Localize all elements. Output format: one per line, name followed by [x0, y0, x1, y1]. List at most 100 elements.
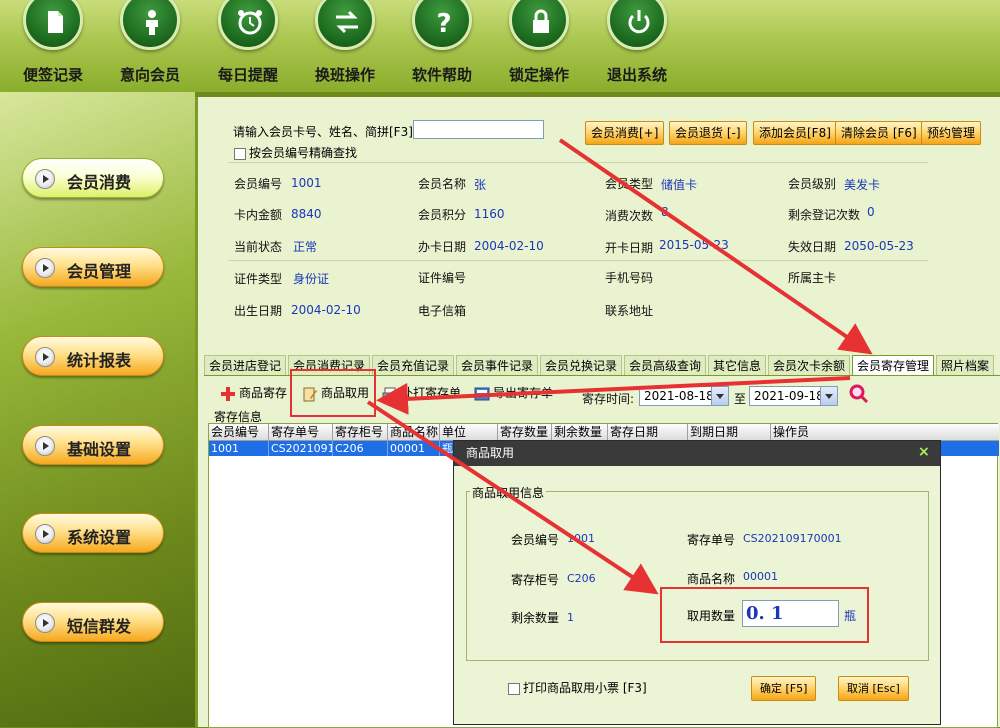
consume-times-label: 消费次数 — [605, 209, 654, 223]
print-slip-checkbox-row[interactable]: 打印商品取用小票 [F3] — [508, 679, 647, 696]
member-name-label: 会员名称 — [418, 177, 467, 191]
dlg-remain-label: 剩余数量 — [511, 611, 560, 625]
nav-system-settings[interactable]: 系统设置 — [22, 513, 164, 553]
deposit-label: 商品寄存 — [239, 386, 288, 400]
switch-arrows-icon — [336, 10, 358, 34]
toolbar-shift-button[interactable]: 换班操作 — [300, 0, 390, 90]
power-icon — [628, 10, 650, 34]
export-label: 导出寄存单 — [493, 386, 554, 400]
reprint-label: 补打寄存单 — [401, 386, 462, 400]
lock-icon — [533, 9, 549, 33]
col-unit[interactable]: 单位 — [440, 424, 498, 441]
toolbar-daily-reminder-button[interactable]: 每日提醒 — [203, 0, 293, 90]
chevron-down-icon[interactable] — [711, 387, 728, 405]
date-to-picker[interactable]: 2021-09-18 — [749, 386, 838, 406]
date-from-value: 2021-08-18 — [644, 389, 714, 403]
close-icon[interactable]: × — [918, 445, 932, 459]
toolbar-exit-button[interactable]: 退出系统 — [592, 0, 682, 90]
toolbar-lock-button[interactable]: 锁定操作 — [494, 0, 584, 90]
play-icon — [35, 169, 55, 189]
toolbar-label: 意向会员 — [119, 66, 180, 84]
date-from-picker[interactable]: 2021-08-18 — [639, 386, 729, 406]
storage-time-label: 寄存时间: — [582, 392, 635, 406]
dlg-member-id-label: 会员编号 — [511, 533, 560, 547]
email-label: 电子信箱 — [418, 304, 467, 318]
withdraw-goods-dialog: 商品取用 × 商品取用信息 会员编号 1001 寄存单号 CS202109170… — [453, 440, 941, 725]
print-slip-checkbox[interactable] — [508, 682, 520, 695]
member-consume-button[interactable]: 会员消费[+] — [585, 121, 665, 145]
search-icon[interactable] — [848, 383, 870, 405]
col-remain-qty[interactable]: 剩余数量 — [552, 424, 608, 441]
nav-sms-broadcast[interactable]: 短信群发 — [22, 602, 164, 642]
phone-label: 手机号码 — [605, 271, 654, 285]
search-input[interactable] — [413, 120, 544, 139]
col-order-no[interactable]: 寄存单号 — [269, 424, 333, 441]
col-member-id[interactable]: 会员编号 — [209, 424, 269, 441]
reprint-slip-button[interactable]: 补打寄存单 — [382, 382, 461, 404]
add-member-button[interactable]: 添加会员[F8] — [753, 121, 837, 145]
dialog-title-bar[interactable]: 商品取用 — [454, 441, 940, 466]
exact-match-label: 按会员编号精确查找 — [249, 146, 358, 160]
tab-photo-archive[interactable]: 照片档案 — [936, 355, 995, 377]
nav-member-manage[interactable]: 会员管理 — [22, 247, 164, 287]
print-slip-label: 打印商品取用小票 [F3] — [523, 681, 647, 695]
dialog-title: 商品取用 — [466, 446, 515, 460]
col-goods-name[interactable]: 商品名称 — [388, 424, 440, 441]
remain-times-label: 剩余登记次数 — [788, 208, 861, 222]
id-number-label: 证件编号 — [418, 271, 467, 285]
dlg-order-no-label: 寄存单号 — [687, 533, 736, 547]
tab-card-balance[interactable]: 会员次卡余额 — [768, 355, 851, 377]
col-operator[interactable]: 操作员 — [771, 424, 999, 441]
tab-other-info[interactable]: 其它信息 — [708, 355, 767, 377]
confirm-button[interactable]: 确定 [F5] — [751, 676, 817, 701]
toolbar-help-button[interactable]: ? 软件帮助 — [397, 0, 487, 90]
points-label: 会员积分 — [418, 208, 467, 222]
nav-label: 统计报表 — [67, 351, 132, 370]
exact-match-checkbox[interactable] — [234, 147, 246, 160]
play-icon — [35, 524, 55, 544]
member-name-value: 张 — [474, 178, 487, 192]
tab-storage-manage[interactable]: 会员寄存管理 — [852, 355, 935, 377]
export-icon — [474, 387, 490, 400]
play-icon — [35, 613, 55, 633]
tab-advanced-query[interactable]: 会员高级查询 — [624, 355, 707, 377]
tab-consume-records[interactable]: 会员消费记录 — [288, 355, 371, 377]
take-qty-input[interactable]: 0. 1 — [742, 600, 839, 627]
col-deposit-qty[interactable]: 寄存数量 — [498, 424, 552, 441]
table-header: 会员编号 寄存单号 寄存柜号 商品名称 单位 寄存数量 剩余数量 寄存日期 到期… — [209, 424, 999, 441]
exact-match-checkbox-row[interactable]: 按会员编号精确查找 — [234, 144, 357, 161]
dlg-goods-name-value: 00001 — [743, 570, 778, 583]
id-type-label: 证件类型 — [234, 272, 283, 286]
col-expire-date[interactable]: 到期日期 — [688, 424, 771, 441]
clear-member-button[interactable]: 清除会员 [F6] — [835, 121, 923, 145]
toolbar-intent-member-button[interactable]: 意向会员 — [105, 0, 195, 90]
deposit-goods-button[interactable]: 商品寄存 — [220, 382, 287, 404]
toolbar-notes-button[interactable]: 便签记录 — [8, 0, 98, 90]
withdraw-goods-button[interactable]: 商品取用 — [302, 382, 369, 404]
export-slip-button[interactable]: 导出寄存单 — [474, 382, 553, 404]
col-cabinet[interactable]: 寄存柜号 — [333, 424, 388, 441]
nav-basic-settings[interactable]: 基础设置 — [22, 425, 164, 465]
withdraw-group-title: 商品取用信息 — [470, 484, 547, 501]
date-to-value: 2021-09-18 — [754, 389, 824, 403]
nav-member-consume[interactable]: 会员消费 — [22, 158, 164, 198]
reservation-button[interactable]: 预约管理 — [921, 121, 982, 145]
tab-store-visit[interactable]: 会员进店登记 — [204, 355, 287, 377]
date-to-separator: 至 — [734, 392, 747, 406]
left-nav: 会员消费 会员管理 统计报表 基础设置 系统设置 短信群发 — [0, 92, 195, 727]
tab-event-records[interactable]: 会员事件记录 — [456, 355, 539, 377]
chevron-down-icon[interactable] — [820, 387, 837, 405]
main-card-label: 所属主卡 — [788, 271, 837, 285]
member-return-button[interactable]: 会员退货 [-] — [669, 121, 747, 145]
toolbar-label: 每日提醒 — [217, 66, 278, 84]
nav-reports[interactable]: 统计报表 — [22, 336, 164, 376]
cell-member-id: 1001 — [209, 441, 269, 456]
tab-recharge-records[interactable]: 会员充值记录 — [372, 355, 455, 377]
issue-date-value: 2004-02-10 — [474, 239, 544, 253]
tab-exchange-records[interactable]: 会员兑换记录 — [540, 355, 623, 377]
cancel-button[interactable]: 取消 [Esc] — [838, 676, 909, 701]
col-deposit-date[interactable]: 寄存日期 — [608, 424, 688, 441]
consume-times-value: 8 — [661, 205, 669, 219]
dlg-cabinet-value: C206 — [567, 572, 596, 585]
issue-date-label: 办卡日期 — [418, 240, 467, 254]
